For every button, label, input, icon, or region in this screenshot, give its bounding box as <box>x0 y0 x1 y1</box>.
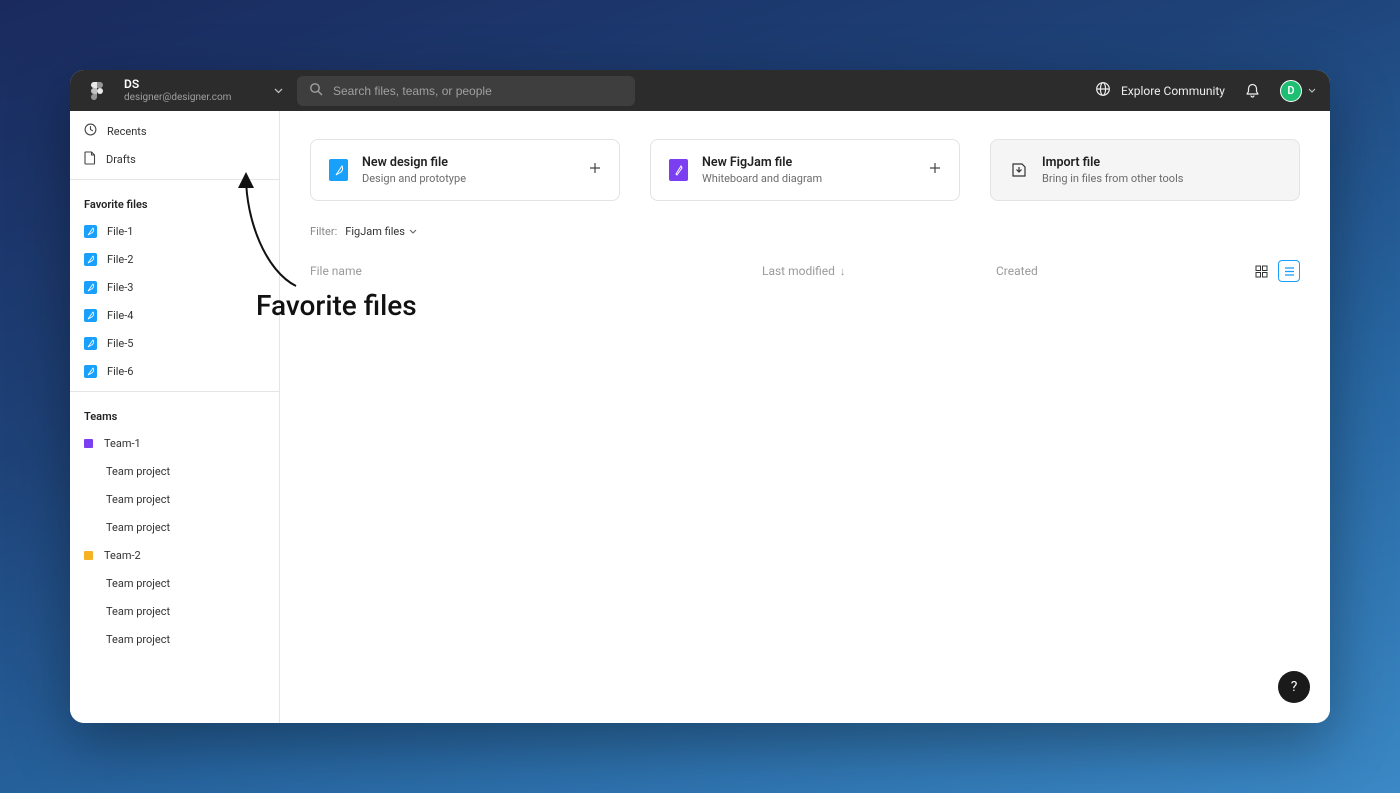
sidebar-item-label: Recents <box>107 125 147 138</box>
card-subtitle: Design and prototype <box>362 172 575 185</box>
team-name: Team-1 <box>104 437 141 450</box>
design-file-icon <box>84 309 97 322</box>
annotation-label: Favorite files <box>256 289 417 322</box>
sidebar-item-drafts[interactable]: Drafts <box>70 145 279 173</box>
account-email: designer@designer.com <box>124 92 254 104</box>
import-file-card[interactable]: Import file Bring in files from other to… <box>990 139 1300 201</box>
favorite-file-label: File-6 <box>107 365 134 378</box>
app-header: DS designer@designer.com Explore Communi… <box>70 70 1330 111</box>
chevron-down-icon <box>1308 85 1316 96</box>
search-box[interactable] <box>297 76 635 106</box>
column-file-name[interactable]: File name <box>310 264 762 278</box>
team-project-item[interactable]: Team project <box>70 457 279 485</box>
favorite-file-label: File-5 <box>107 337 134 350</box>
favorite-file-label: File-2 <box>107 253 134 266</box>
card-title: New FigJam file <box>702 155 915 170</box>
new-figjam-file-card[interactable]: New FigJam file Whiteboard and diagram <box>650 139 960 201</box>
main-area: New design file Design and prototype New… <box>280 111 1330 723</box>
teams-heading: Teams <box>70 398 279 429</box>
project-label: Team project <box>106 493 170 506</box>
search-icon <box>309 81 323 100</box>
clock-icon <box>84 123 97 139</box>
team-name: Team-2 <box>104 549 141 562</box>
team-project-item[interactable]: Team project <box>70 569 279 597</box>
design-file-icon <box>329 159 348 181</box>
design-file-icon <box>84 281 97 294</box>
project-label: Team project <box>106 521 170 534</box>
account-block[interactable]: DS designer@designer.com <box>124 78 254 103</box>
design-file-icon <box>84 365 97 378</box>
help-button[interactable]: ? <box>1278 671 1310 703</box>
new-design-file-card[interactable]: New design file Design and prototype <box>310 139 620 201</box>
favorite-file-item[interactable]: File-3 <box>70 273 279 301</box>
favorites-heading: Favorite files <box>70 186 279 217</box>
chevron-down-icon <box>409 227 417 237</box>
favorite-file-label: File-1 <box>107 225 134 238</box>
team-color-swatch <box>84 551 93 560</box>
notifications-button[interactable] <box>1245 83 1260 99</box>
favorite-file-item[interactable]: File-4 <box>70 301 279 329</box>
table-header: File name Last modified ↓ Created <box>280 254 1330 288</box>
explore-community-button[interactable]: Explore Community <box>1095 81 1225 100</box>
search-input[interactable] <box>333 84 623 98</box>
figma-logo[interactable] <box>84 82 110 100</box>
grid-view-button[interactable] <box>1250 260 1272 282</box>
team-project-item[interactable]: Team project <box>70 513 279 541</box>
sidebar-item-recents[interactable]: Recents <box>70 117 279 145</box>
filter-dropdown[interactable]: FigJam files <box>345 225 417 238</box>
team-project-item[interactable]: Team project <box>70 625 279 653</box>
favorites-list: File-1 File-2 File-3 File-4 File-5 File-6 <box>70 217 279 385</box>
design-file-icon <box>84 225 97 238</box>
favorite-file-item[interactable]: File-5 <box>70 329 279 357</box>
team-item[interactable]: Team-2 <box>70 541 279 569</box>
project-label: Team project <box>106 465 170 478</box>
avatar: D <box>1280 80 1302 102</box>
project-label: Team project <box>106 605 170 618</box>
card-subtitle: Bring in files from other tools <box>1042 172 1281 185</box>
project-label: Team project <box>106 633 170 646</box>
plus-icon <box>589 162 601 178</box>
chevron-down-icon[interactable] <box>274 84 283 97</box>
filter-row: Filter: FigJam files <box>280 219 1330 254</box>
favorite-file-label: File-4 <box>107 309 134 322</box>
sidebar-item-label: Drafts <box>106 153 136 166</box>
page-icon <box>84 151 96 168</box>
favorite-file-item[interactable]: File-2 <box>70 245 279 273</box>
card-title: Import file <box>1042 155 1281 170</box>
plus-icon <box>929 162 941 178</box>
app-body: Recents Drafts Favorite files File-1File… <box>70 111 1330 723</box>
design-file-icon <box>84 337 97 350</box>
app-window: DS designer@designer.com Explore Communi… <box>70 70 1330 723</box>
sidebar: Recents Drafts Favorite files File-1File… <box>70 111 280 723</box>
team-color-swatch <box>84 439 93 448</box>
list-view-button[interactable] <box>1278 260 1300 282</box>
team-item[interactable]: Team-1 <box>70 429 279 457</box>
favorite-file-item[interactable]: File-1 <box>70 217 279 245</box>
card-subtitle: Whiteboard and diagram <box>702 172 915 185</box>
favorite-file-item[interactable]: File-6 <box>70 357 279 385</box>
team-project-item[interactable]: Team project <box>70 597 279 625</box>
account-menu[interactable]: D <box>1280 80 1316 102</box>
card-title: New design file <box>362 155 575 170</box>
filter-label: Filter: <box>310 225 337 238</box>
project-label: Team project <box>106 577 170 590</box>
explore-label: Explore Community <box>1121 84 1225 98</box>
team-project-item[interactable]: Team project <box>70 485 279 513</box>
design-file-icon <box>84 253 97 266</box>
figjam-file-icon <box>669 159 688 181</box>
column-last-modified[interactable]: Last modified ↓ <box>762 264 996 278</box>
teams-list: Team-1 Team project Team project Team proje… <box>70 429 279 653</box>
import-icon <box>1009 159 1028 181</box>
column-created[interactable]: Created <box>996 264 1250 278</box>
favorite-file-label: File-3 <box>107 281 134 294</box>
sort-desc-icon: ↓ <box>840 265 846 278</box>
account-name: DS <box>124 78 254 92</box>
globe-icon <box>1095 81 1111 100</box>
